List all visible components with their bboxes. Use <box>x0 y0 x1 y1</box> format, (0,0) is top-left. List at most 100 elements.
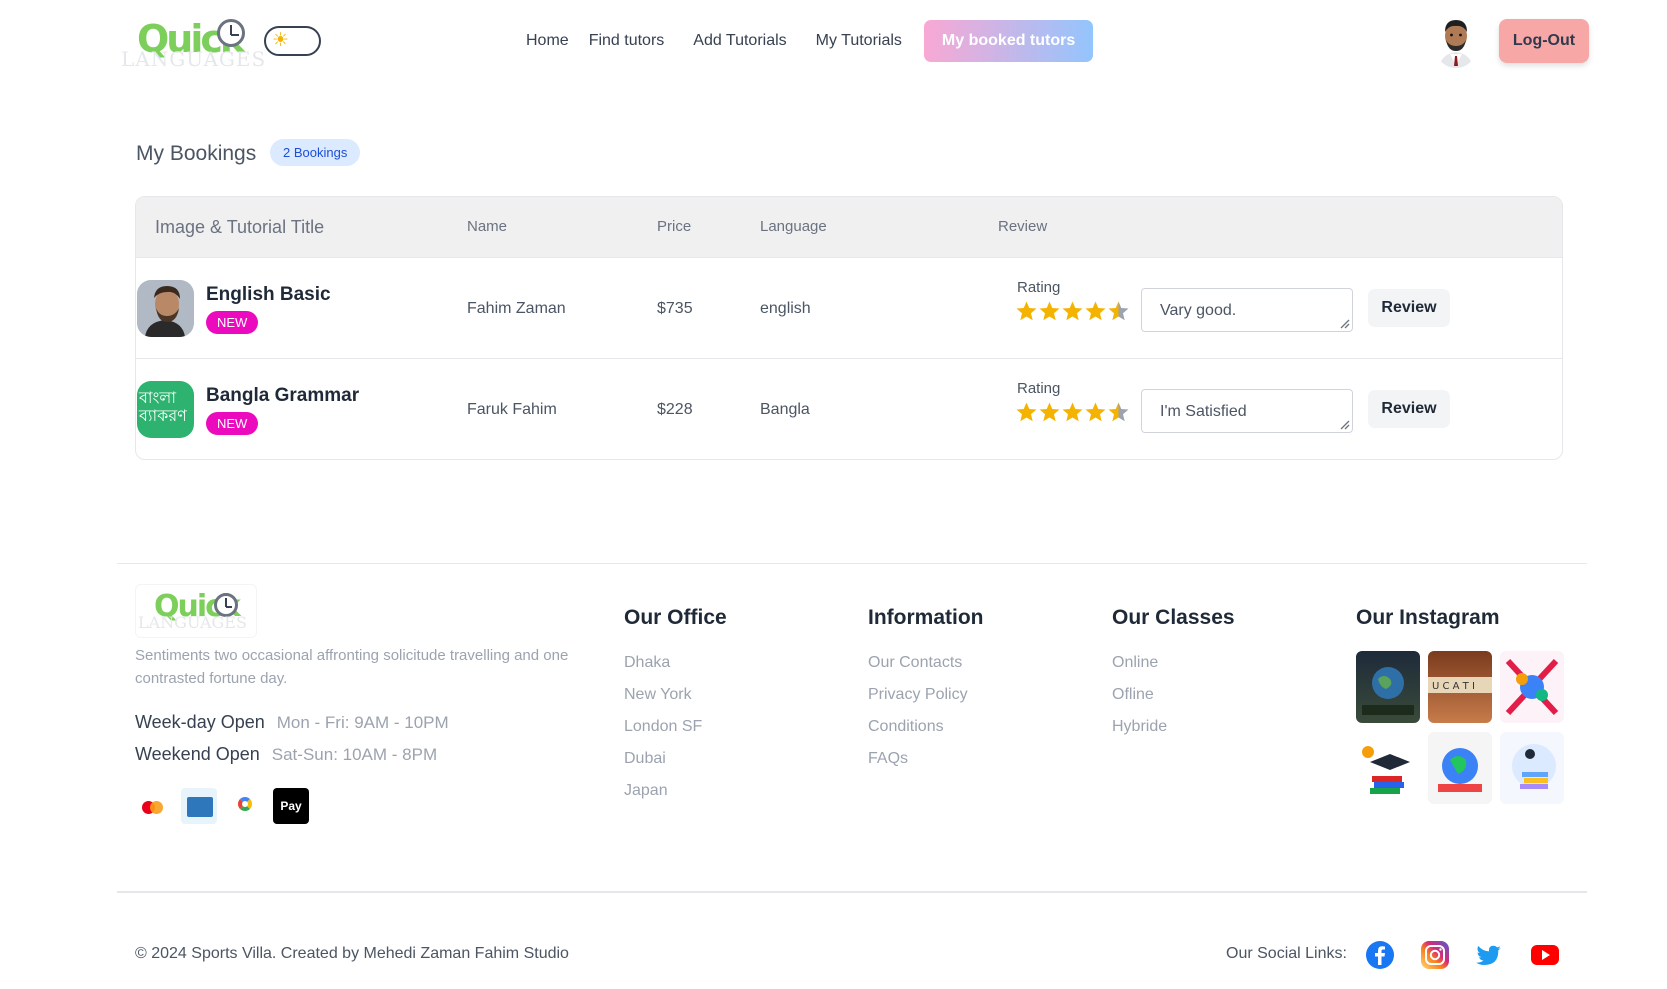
footer-link-hybrid[interactable]: Hybride <box>1112 711 1235 743</box>
nav-my-booked-tutors[interactable]: My booked tutors <box>923 20 1094 62</box>
star-icon[interactable] <box>1061 401 1084 424</box>
review-text: I'm Satisfied <box>1160 403 1247 420</box>
footer-column-information: Information Our Contacts Privacy Policy … <box>868 604 984 775</box>
table-row: English Basic NEW Fahim Zaman $735 engli… <box>136 257 1562 358</box>
twitter-icon[interactable] <box>1474 940 1504 970</box>
tutorial-title: English Basic <box>206 284 331 305</box>
tutorial-thumbnail <box>137 280 194 337</box>
tutorial-price: $735 <box>657 300 693 317</box>
thumb-text-line2: ব্যাকরণ <box>139 406 187 425</box>
rating-stars[interactable] <box>1015 401 1130 424</box>
footer-logo[interactable]: Quick LANGUAGES <box>135 584 257 638</box>
svg-text:U C A T I: U C A T I <box>1432 681 1475 692</box>
mastercard-icon <box>135 788 171 824</box>
footer-link-contacts[interactable]: Our Contacts <box>868 647 984 679</box>
copyright-text: © 2024 Sports Villa. Created by Mehedi Z… <box>135 945 569 962</box>
theme-toggle[interactable]: ☀ <box>264 26 321 56</box>
resize-grip-icon[interactable] <box>1338 418 1350 430</box>
table-row: বাংলা ব্যাকরণ Bangla Grammar NEW Faruk F… <box>136 358 1562 459</box>
star-icon[interactable] <box>1107 300 1130 323</box>
sun-icon: ☀ <box>272 30 290 51</box>
star-icon[interactable] <box>1107 401 1130 424</box>
footer-bottom-divider <box>117 891 1587 893</box>
tutorial-price: $228 <box>657 401 693 418</box>
rating-stars[interactable] <box>1015 300 1130 323</box>
weekend-hours: Weekend Open Sat-Sun: 10AM - 8PM <box>135 744 437 765</box>
review-button[interactable]: Review <box>1368 390 1450 428</box>
column-header-price: Price <box>657 218 692 235</box>
instagram-photo-world[interactable] <box>1428 732 1492 804</box>
user-avatar-image <box>1433 14 1479 68</box>
footer-column-title: Our Instagram <box>1356 606 1500 629</box>
new-badge: NEW <box>206 311 259 334</box>
review-textarea[interactable]: I'm Satisfied <box>1141 389 1353 433</box>
tutorial-thumbnail: বাংলা ব্যাকরণ <box>137 381 194 438</box>
instagram-photo-study[interactable] <box>1500 732 1564 804</box>
star-icon[interactable] <box>1084 300 1107 323</box>
man-portrait-icon <box>137 280 194 337</box>
instagram-photo-education[interactable]: U C A T I <box>1428 651 1492 723</box>
footer-link-conditions[interactable]: Conditions <box>868 711 984 743</box>
nav-add-tutorials[interactable]: Add Tutorials <box>683 20 796 62</box>
star-icon[interactable] <box>1061 300 1084 323</box>
google-pay-icon <box>227 788 263 824</box>
logout-button[interactable]: Log-Out <box>1499 19 1589 63</box>
logo-subtext: LANGUAGES <box>121 47 267 71</box>
star-icon[interactable] <box>1038 300 1061 323</box>
nav-my-tutorials[interactable]: My Tutorials <box>806 20 912 62</box>
footer-column-classes: Our Classes Online Ofline Hybride <box>1112 604 1235 743</box>
review-textarea[interactable]: Vary good. <box>1141 288 1353 332</box>
weekday-hours: Week-day Open Mon - Fri: 9AM - 10PM <box>135 712 449 733</box>
footer-column-title: Information <box>868 606 984 629</box>
instagram-icon[interactable] <box>1420 940 1450 970</box>
apple-pay-label: Pay <box>280 799 302 813</box>
nav-home[interactable]: Home <box>516 20 579 62</box>
weekday-hours-label: Week-day Open <box>135 712 265 732</box>
nav-find-tutors[interactable]: Find tutors <box>579 20 675 62</box>
star-icon[interactable] <box>1015 300 1038 323</box>
footer-link-new-york[interactable]: New York <box>624 679 727 711</box>
column-header-name: Name <box>467 218 508 235</box>
tutorial-language: Bangla <box>760 401 810 418</box>
thumb-text-line1: বাংলা <box>139 388 176 407</box>
column-header-language: Language <box>760 218 827 235</box>
world-books-icon <box>1438 748 1482 792</box>
footer-link-online[interactable]: Online <box>1112 647 1235 679</box>
new-badge: NEW <box>206 412 259 435</box>
footer-column-office: Our Office Dhaka New York London SF Duba… <box>624 604 727 807</box>
letter-tiles-icon: U C A T I <box>1428 677 1492 693</box>
navbar: Quick LANGUAGES ☀ Home Find tutors Add T… <box>117 10 1589 72</box>
instagram-photo-puzzle[interactable] <box>1500 651 1564 723</box>
footer-link-faqs[interactable]: FAQs <box>868 743 984 775</box>
youtube-icon[interactable] <box>1530 940 1560 970</box>
footer-link-dhaka[interactable]: Dhaka <box>624 647 727 679</box>
footer-link-privacy[interactable]: Privacy Policy <box>868 679 984 711</box>
column-header-title: Image & Tutorial Title <box>155 217 325 237</box>
footer-link-dubai[interactable]: Dubai <box>624 743 727 775</box>
instagram-photo-globe[interactable] <box>1356 651 1420 723</box>
footer-link-london[interactable]: London SF <box>624 711 727 743</box>
footer-logo-subtext: LANGUAGES <box>138 613 247 632</box>
globe-icon <box>1362 667 1414 715</box>
brand-logo[interactable]: Quick LANGUAGES <box>117 13 265 71</box>
instagram-photo-graduation[interactable] <box>1356 732 1420 804</box>
weekend-hours-value: Sat-Sun: 10AM - 8PM <box>271 745 438 764</box>
stopwatch-icon <box>217 19 245 47</box>
resize-grip-icon[interactable] <box>1338 317 1350 329</box>
tutorial-language: english <box>760 300 811 317</box>
footer-link-offline[interactable]: Ofline <box>1112 679 1235 711</box>
star-icon[interactable] <box>1015 401 1038 424</box>
review-button[interactable]: Review <box>1368 289 1450 327</box>
star-icon[interactable] <box>1038 401 1061 424</box>
facebook-icon[interactable] <box>1365 940 1395 970</box>
weekend-hours-label: Weekend Open <box>135 744 260 764</box>
star-icon[interactable] <box>1084 401 1107 424</box>
bookings-table: Image & Tutorial Title Name Price Langua… <box>135 196 1563 460</box>
footer-link-japan[interactable]: Japan <box>624 775 727 807</box>
apple-pay-icon: Pay <box>273 788 309 824</box>
column-header-review: Review <box>998 218 1048 235</box>
tutor-name: Fahim Zaman <box>467 300 566 317</box>
user-avatar[interactable] <box>1433 14 1479 68</box>
footer-divider <box>117 563 1587 564</box>
bookings-count-badge: 2 Bookings <box>270 139 361 166</box>
